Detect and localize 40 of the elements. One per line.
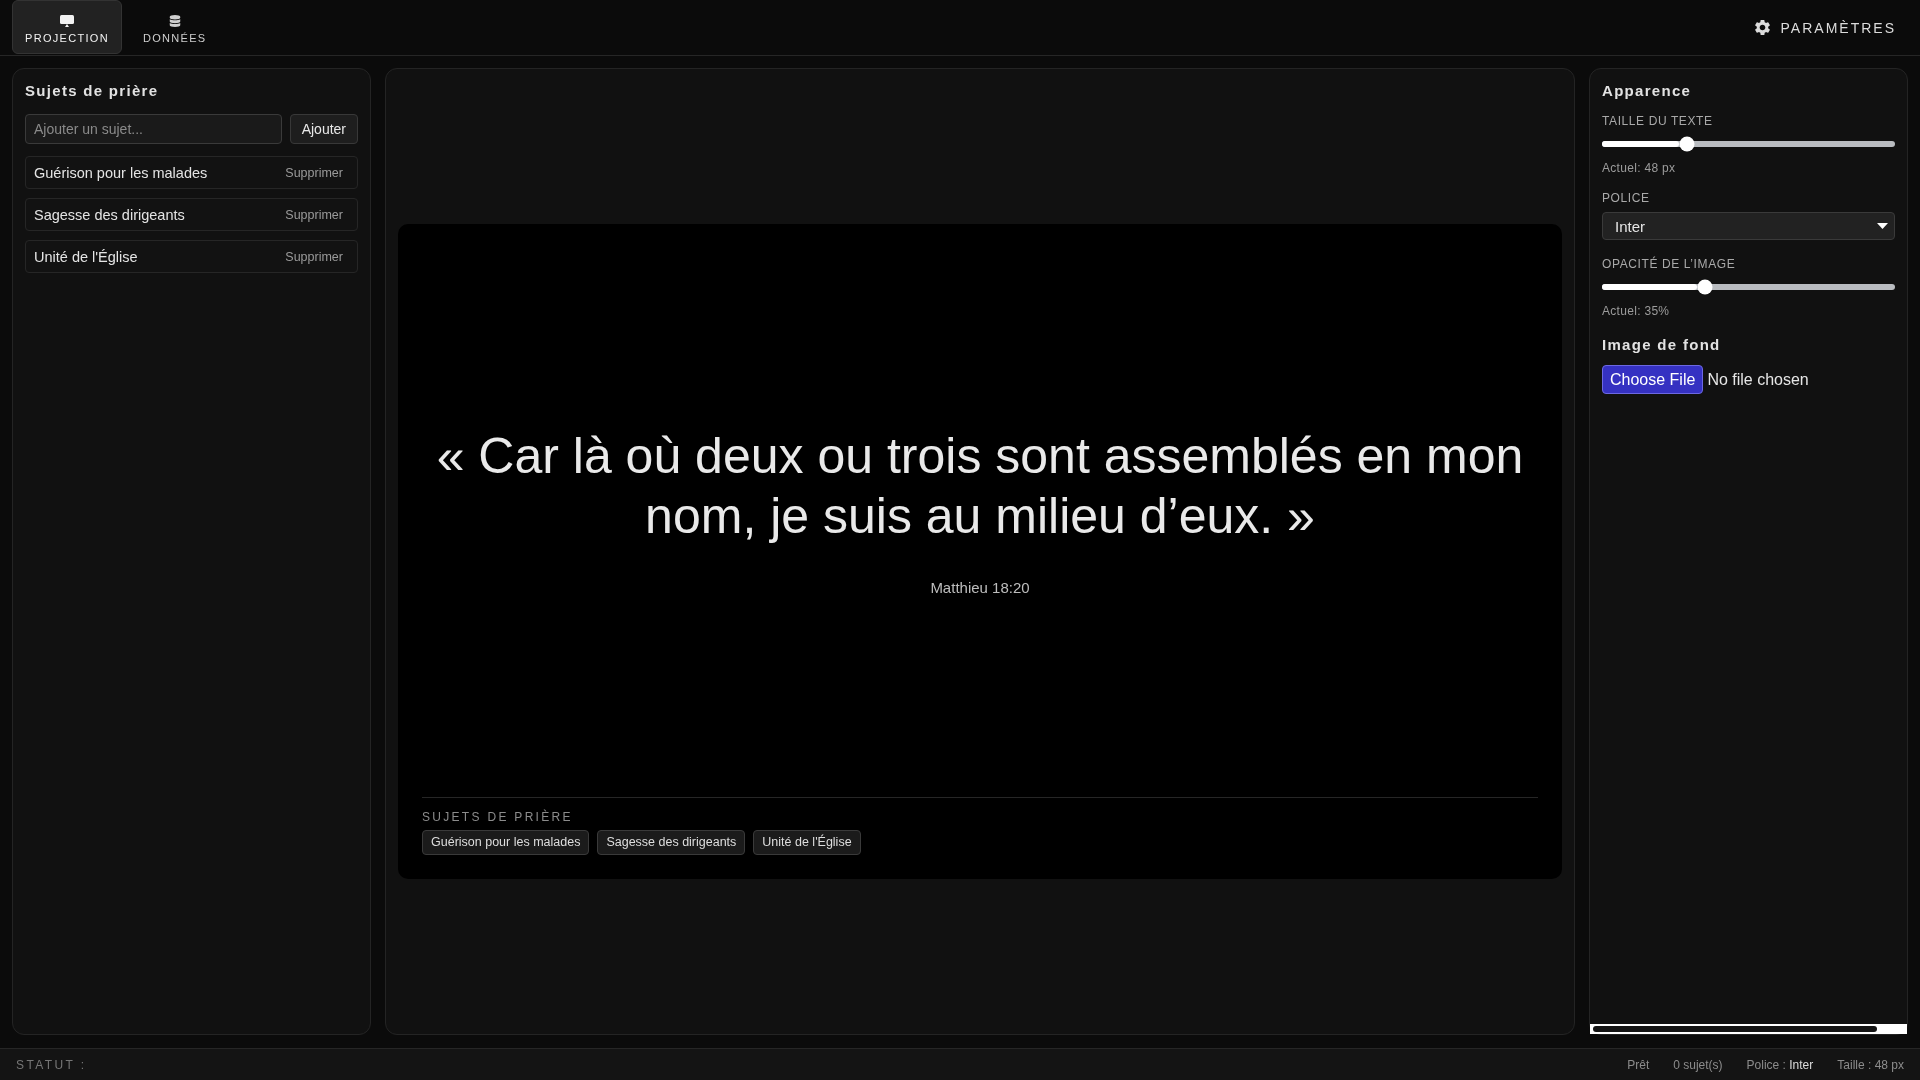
horizontal-scrollbar[interactable]	[1590, 1024, 1907, 1034]
panel-title: Sujets de prière	[25, 82, 159, 100]
presentation-screen-icon	[59, 14, 74, 27]
settings-button[interactable]: PARAMÈTRES	[1752, 0, 1896, 55]
field-label: OPACITÉ DE L’IMAGE	[1602, 257, 1736, 271]
field-label: POLICE	[1602, 191, 1650, 205]
topic-name: Guérison pour les malades	[34, 164, 208, 181]
topic-tag: Sagesse des dirigeants	[597, 829, 746, 855]
nav-tab[interactable]: DONNÉES	[129, 0, 220, 54]
slider-thumb[interactable]	[1679, 136, 1695, 152]
slider-reading: Actuel: 35%	[1602, 304, 1670, 318]
panel-title: Apparence	[1602, 82, 1692, 100]
topic-input[interactable]: Ajouter un sujet...	[25, 114, 282, 144]
section-title: Image de fond	[1602, 336, 1721, 354]
field-label: TAILLE DU TEXTE	[1602, 114, 1713, 128]
topics-heading: SUJETS DE PRIÈRE	[422, 809, 573, 824]
status-text: Police : Inter	[1746, 1057, 1814, 1072]
topic-tag: Guérison pour les malades	[422, 829, 590, 855]
remove-button[interactable]: Supprimer	[285, 249, 343, 264]
status-text: 0 sujet(s)	[1673, 1057, 1723, 1072]
verse-reference: Matthieu 18:20	[930, 578, 1030, 596]
add-button[interactable]: Ajouter	[289, 114, 358, 144]
database-icon	[168, 14, 181, 27]
remove-button[interactable]: Supprimer	[285, 207, 343, 222]
caret-down-icon	[1877, 223, 1888, 229]
nav-tab[interactable]: PROJECTION	[12, 0, 122, 54]
status-text: Taille : 48 px	[1837, 1057, 1904, 1072]
verse-quote: « Car là où deux ou trois sont assemblés en mon nom, je suis au milieu d’eux. »	[435, 426, 1525, 546]
topic-tag: Unité de l'Église	[753, 829, 861, 855]
file-status-text: No file chosen	[1707, 370, 1809, 389]
remove-button[interactable]: Supprimer	[285, 165, 343, 180]
status-label: STATUT :	[16, 1057, 87, 1072]
status-text: Prêt	[1627, 1057, 1650, 1072]
topic-name: Unité de l'Église	[34, 248, 138, 265]
font-select[interactable]: Inter	[1602, 212, 1895, 240]
slider-thumb[interactable]	[1697, 279, 1713, 295]
topic-name: Sagesse des dirigeants	[34, 206, 185, 223]
settings-icon	[1752, 18, 1772, 37]
slider-reading: Actuel: 48 px	[1602, 161, 1676, 175]
choose-file-button[interactable]: Choose File	[1602, 365, 1704, 394]
